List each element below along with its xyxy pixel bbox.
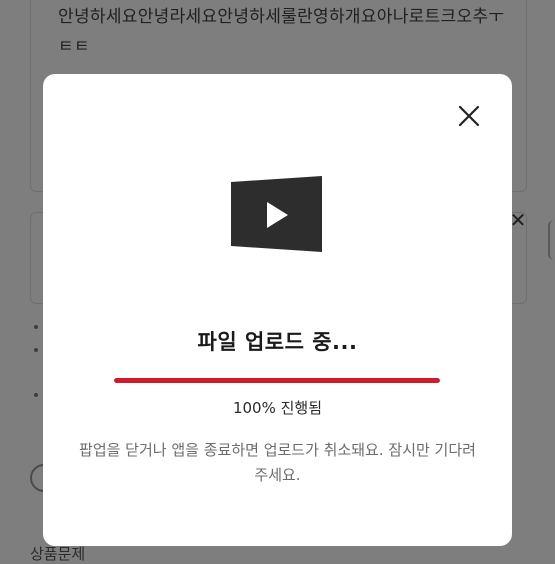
progress-text: 100% 진행됨 <box>232 399 323 417</box>
bullet-dot <box>34 348 38 352</box>
upload-progress-fill <box>114 378 440 383</box>
upload-progress-modal: 파일 업로드 중... 100% 진행됨 팝업을 닫거나 앱을 종료하면 업로드… <box>43 74 512 546</box>
close-icon[interactable] <box>457 104 481 128</box>
background-footer-text: 상품문제 <box>30 545 86 563</box>
background-scroll-edge <box>548 220 555 260</box>
bullet-dot <box>34 325 38 329</box>
modal-title: 파일 업로드 중... <box>197 330 358 354</box>
upload-progress-bar <box>114 378 440 383</box>
bullet-dot <box>34 393 38 397</box>
background-text: 안녕하세요안녕라세요안녕하세룰란영하개요아나로트크오추ㅜㅌㅌ <box>58 7 505 57</box>
modal-message: 팝업을 닫거나 앱을 종료하면 업로드가 취소돼요. 잠시만 기다려 주세요. <box>79 441 476 484</box>
video-play-icon <box>231 176 322 252</box>
